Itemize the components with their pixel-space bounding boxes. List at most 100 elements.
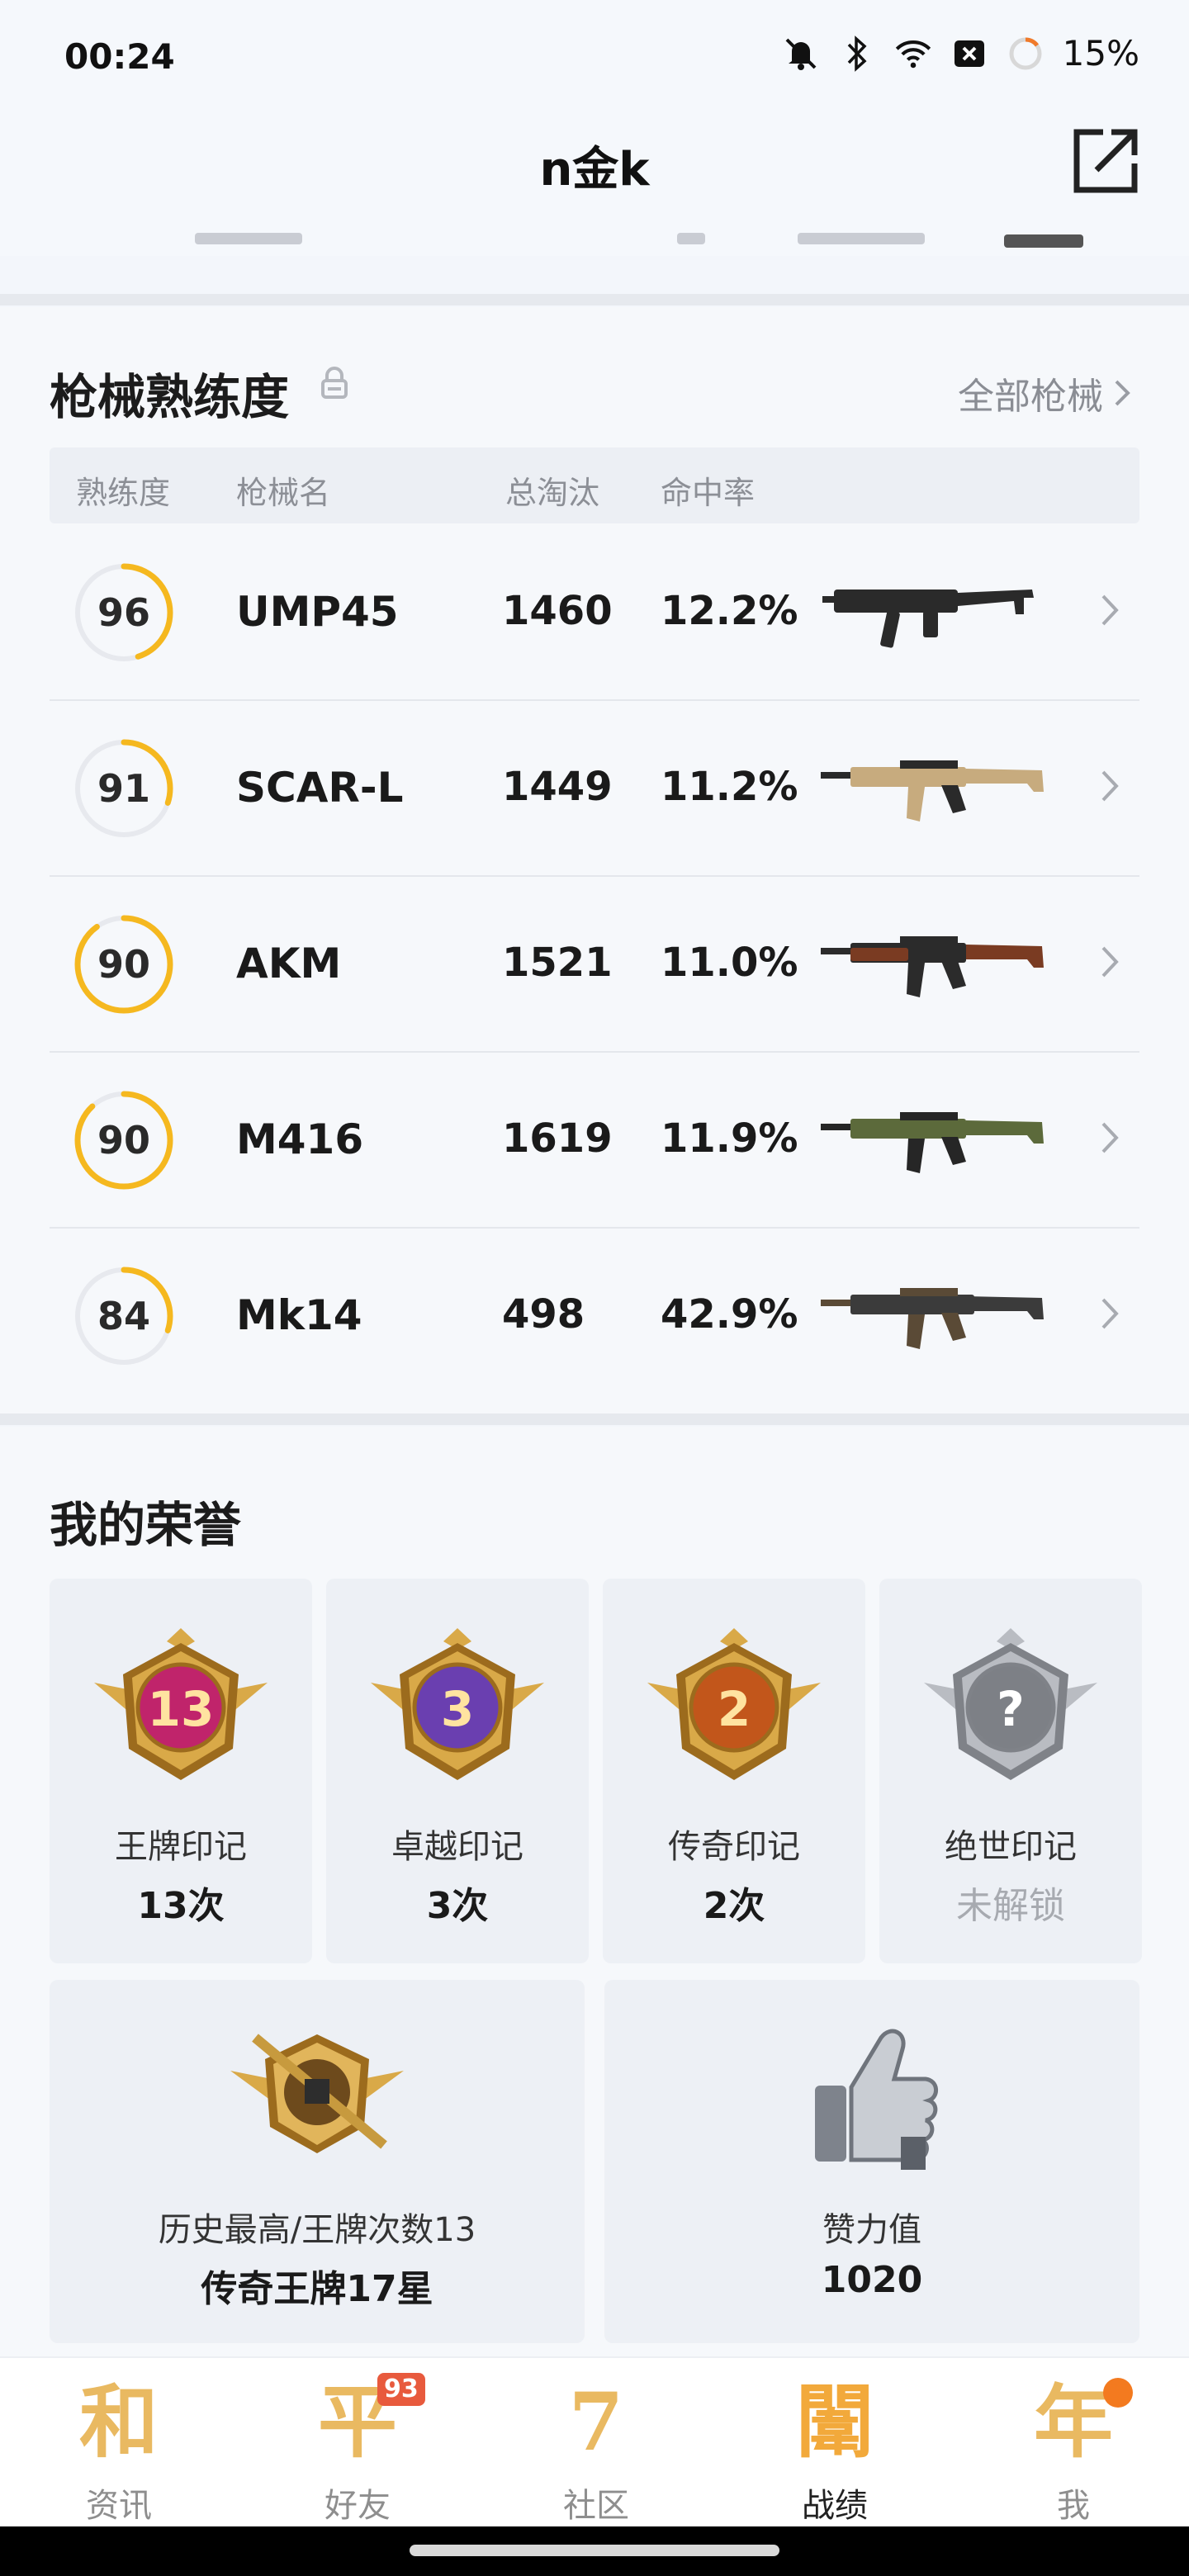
share-button[interactable] (1070, 125, 1141, 197)
honor-badge-icon: ? (916, 1625, 1106, 1793)
weapon-row[interactable]: 90 M416 1619 11.9% (50, 1051, 1139, 1229)
column-header: 总淘汰 (505, 475, 600, 511)
chevron-right-icon (1101, 770, 1119, 802)
column-header: 命中率 (661, 475, 756, 511)
highest-rank-badge-icon (222, 2021, 412, 2165)
battery-percent: 15% (1062, 33, 1139, 73)
wifi-icon (894, 35, 932, 73)
notification-dot (1103, 2378, 1133, 2408)
nav-friends[interactable]: 平 93 好友 (275, 2373, 440, 2525)
honor-card[interactable]: ? 绝世印记 未解锁 (879, 1579, 1142, 1963)
weapon-row[interactable]: 84 Mk14 498 42.9% (50, 1227, 1139, 1403)
section-title: 枪械熟练度 (50, 369, 290, 425)
nav-icon: 闈 (795, 2375, 874, 2469)
section-divider (0, 1413, 1189, 1425)
proficiency-level: 91 (97, 766, 150, 811)
honor-badge-icon: 2 (639, 1625, 829, 1793)
weapon-proficiency-section: 枪械熟练度 全部枪械 熟练度 枪械名 总淘汰 命中率 96 UMP45 1460… (0, 307, 1189, 1413)
proficiency-level: 90 (97, 1118, 150, 1163)
nav-label: 我 (1057, 2487, 1090, 2525)
honor-value: 2次 (703, 1885, 765, 1927)
chevron-right-icon (1101, 594, 1119, 626)
nav-community[interactable]: 7 社区 (514, 2373, 679, 2525)
hit-rate: 11.9% (661, 1115, 798, 1162)
section-divider (0, 294, 1189, 305)
external-link-icon (1073, 129, 1138, 193)
column-header: 熟练度 (76, 475, 171, 511)
nav-icon: 7 (568, 2375, 624, 2469)
svg-text:2: 2 (718, 1681, 751, 1737)
page-title: n金k (539, 143, 650, 197)
honor-label: 传奇印记 (668, 1828, 800, 1866)
weapon-name: M416 (236, 1115, 364, 1163)
nav-label: 战绩 (802, 2487, 868, 2525)
honor-value: 13次 (137, 1885, 225, 1927)
nav-records[interactable]: 闈 战绩 (752, 2373, 917, 2525)
peek-text (677, 233, 705, 244)
honor-label: 历史最高/王牌次数13 (158, 2211, 476, 2249)
hit-rate: 11.2% (661, 764, 798, 810)
nav-me[interactable]: 年 我 (991, 2373, 1156, 2525)
proficiency-level: 90 (97, 942, 150, 987)
svg-text:13: 13 (148, 1681, 215, 1737)
weapon-name: SCAR-L (236, 764, 404, 812)
total-kills: 1449 (502, 764, 613, 810)
column-header: 枪械名 (236, 475, 331, 511)
honor-label: 卓越印记 (391, 1828, 523, 1866)
nav-label: 好友 (324, 2487, 391, 2525)
weapon-row[interactable]: 96 UMP45 1460 12.2% (50, 523, 1139, 701)
total-kills: 498 (502, 1291, 585, 1338)
table-header: 熟练度 枪械名 总淘汰 命中率 (50, 447, 1139, 523)
scrolled-content-peek (0, 223, 1189, 256)
honor-badge-icon: 3 (362, 1625, 552, 1793)
honor-value: 3次 (426, 1885, 489, 1927)
weapon-row[interactable]: 91 SCAR-L 1449 11.2% (50, 699, 1139, 877)
status-time: 00:24 (64, 36, 175, 77)
weapon-image (817, 741, 1057, 831)
chevron-right-icon (1101, 1298, 1119, 1329)
weapon-image (817, 1092, 1057, 1183)
weapon-name: AKM (236, 940, 342, 987)
honor-card[interactable]: 3 卓越印记 3次 (326, 1579, 589, 1963)
app-header: n金k (0, 107, 1189, 223)
nav-label: 资讯 (86, 2487, 152, 2525)
proficiency-level: 96 (97, 590, 150, 635)
mute-bell-icon (782, 35, 820, 73)
honor-label: 绝世印记 (945, 1828, 1077, 1866)
hit-rate: 11.0% (661, 940, 798, 986)
likes-card[interactable]: 赞力值 1020 (604, 1980, 1139, 2343)
chevron-right-icon (1101, 946, 1119, 978)
section-title: 我的荣誉 (50, 1497, 242, 1553)
total-kills: 1619 (502, 1115, 613, 1162)
peek-button (1004, 234, 1083, 248)
gesture-bar (0, 2526, 1189, 2576)
honors-section: 我的荣誉 13 王牌印记 13次 3 卓越印记 3次 2 传奇印记 2次 ? 绝… (0, 1427, 1189, 2356)
total-kills: 1521 (502, 940, 613, 986)
home-indicator[interactable] (410, 2545, 779, 2556)
bluetooth-icon (838, 35, 876, 73)
weapon-image (817, 565, 1057, 656)
weapon-image (817, 916, 1057, 1007)
weapon-row[interactable]: 90 AKM 1521 11.0% (50, 875, 1139, 1053)
all-weapons-link[interactable]: 全部枪械 (958, 367, 1131, 419)
hit-rate: 12.2% (661, 588, 798, 634)
proficiency-level: 84 (97, 1294, 150, 1338)
honor-badge-icon: 13 (86, 1625, 276, 1793)
status-icons: 15% (782, 33, 1139, 73)
total-kills: 1460 (502, 588, 613, 634)
peek-text (195, 233, 302, 244)
nav-news[interactable]: 和 资讯 (36, 2373, 201, 2525)
honor-label: 王牌印记 (115, 1828, 247, 1866)
honor-value: 1020 (821, 2259, 923, 2301)
weapon-name: UMP45 (236, 588, 399, 636)
highest-rank-card[interactable]: 历史最高/王牌次数13 传奇王牌17星 (50, 1980, 585, 2343)
svg-text:?: ? (997, 1681, 1025, 1737)
bottom-nav: 和 资讯 平 93 好友 7 社区 闈 战绩 年 我 (0, 2356, 1189, 2528)
weapon-image (817, 1268, 1057, 1359)
nav-icon: 年 (1034, 2375, 1113, 2469)
weapon-name: Mk14 (236, 1291, 362, 1339)
nav-icon: 和 (79, 2375, 159, 2469)
status-bar: 00:24 15% (0, 0, 1189, 107)
honor-card[interactable]: 13 王牌印记 13次 (50, 1579, 312, 1963)
honor-card[interactable]: 2 传奇印记 2次 (603, 1579, 865, 1963)
